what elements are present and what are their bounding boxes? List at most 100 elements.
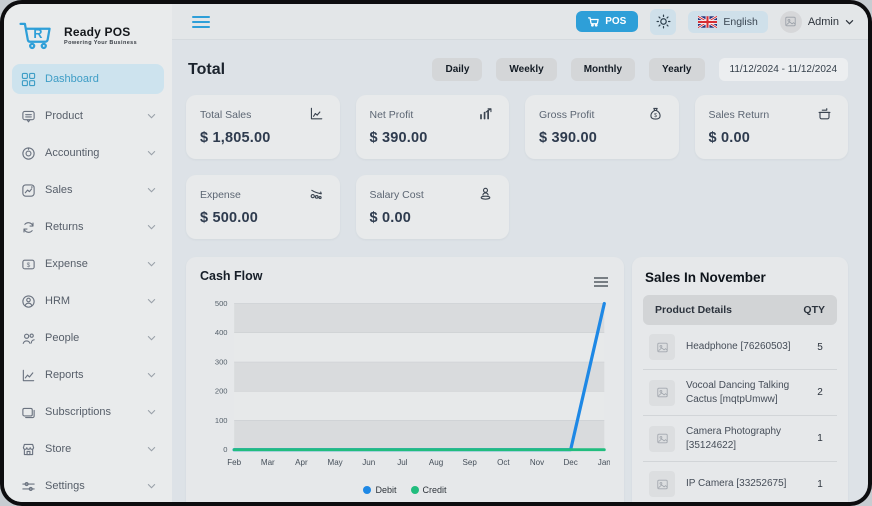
salary-person-icon: [478, 186, 495, 203]
svg-text:500: 500: [215, 299, 228, 308]
stat-value: $ 1,805.00: [200, 130, 326, 146]
cart-icon: [588, 16, 600, 27]
product-qty: 1: [807, 433, 833, 444]
pos-button[interactable]: POS: [576, 11, 638, 32]
brand-tagline: Powering Your Business: [64, 40, 137, 46]
product-image-placeholder: [649, 334, 675, 360]
stat-card-sales-return: Sales Return $ 0.00: [695, 95, 849, 159]
sidebar-item-expense[interactable]: $ Expense: [12, 249, 164, 279]
chevron-down-icon: [147, 224, 156, 230]
growth-bars-icon: [478, 106, 495, 123]
brand-name: Ready POS: [64, 25, 137, 39]
date-filters: Daily Weekly Monthly Yearly 11/12/2024 - 11/…: [432, 58, 848, 81]
filter-daily-button[interactable]: Daily: [432, 58, 482, 81]
sales-chart-icon: [309, 106, 326, 123]
settings-icon: [20, 478, 36, 494]
hamburger-menu-icon[interactable]: [188, 9, 214, 35]
language-selector[interactable]: English: [688, 11, 767, 33]
money-bag-icon: $: [648, 106, 665, 123]
svg-text:Feb: Feb: [227, 458, 241, 467]
content: Total Daily Weekly Monthly Yearly 11/12/2024…: [172, 40, 868, 502]
filter-monthly-button[interactable]: Monthly: [571, 58, 635, 81]
product-list: Headphone [76260503] 5 Vocoal Dancing Ta…: [643, 325, 837, 502]
chevron-down-icon: [147, 483, 156, 489]
page-title: Total: [188, 61, 225, 79]
stats-grid: Total Sales $ 1,805.00 Net Profit $ 390.…: [186, 95, 848, 239]
svg-text:May: May: [328, 458, 343, 467]
product-name: IP Camera [33252675]: [675, 477, 807, 491]
stat-card-net-profit: Net Profit $ 390.00: [356, 95, 510, 159]
filter-yearly-button[interactable]: Yearly: [649, 58, 704, 81]
avatar: [780, 11, 802, 33]
sidebar-item-dashboard[interactable]: Dashboard: [12, 64, 164, 94]
sidebar-item-subscriptions[interactable]: Subscriptions: [12, 397, 164, 427]
product-name: Headphone [76260503]: [675, 340, 807, 354]
svg-text:400: 400: [215, 328, 228, 337]
stat-value: $ 0.00: [370, 210, 496, 226]
sales-icon: [20, 182, 36, 198]
store-icon: [20, 441, 36, 457]
sidebar-item-store[interactable]: Store: [12, 434, 164, 464]
theme-toggle-button[interactable]: [650, 9, 676, 35]
svg-text:Dec: Dec: [564, 458, 578, 467]
stat-card-salary-cost: Salary Cost $ 0.00: [356, 175, 510, 239]
svg-text:200: 200: [215, 387, 228, 396]
stat-value: $ 390.00: [539, 130, 665, 146]
list-item: Vocoal Dancing Talking Cactus [mqtpUmww]…: [643, 370, 837, 416]
legend-credit[interactable]: Credit: [411, 485, 447, 495]
date-range-picker[interactable]: 11/12/2024 - 11/12/2024: [719, 58, 849, 81]
sidebar-item-returns[interactable]: Returns: [12, 212, 164, 242]
reports-icon: [20, 367, 36, 383]
svg-text:Apr: Apr: [295, 458, 308, 467]
svg-text:Jul: Jul: [397, 458, 407, 467]
sidebar-item-people[interactable]: People: [12, 323, 164, 353]
cashflow-panel: Cash Flow 0100200300400500FebMarAprMayJu…: [186, 257, 624, 502]
uk-flag-icon: [698, 16, 717, 28]
svg-text:Sep: Sep: [463, 458, 478, 467]
product-image-placeholder: [649, 471, 675, 497]
legend-debit[interactable]: Debit: [363, 485, 396, 495]
svg-text:Nov: Nov: [530, 458, 544, 467]
sales-panel-title: Sales In November: [645, 270, 837, 285]
stat-card-total-sales: Total Sales $ 1,805.00: [186, 95, 340, 159]
product-image-placeholder: [649, 380, 675, 406]
people-icon: [20, 330, 36, 346]
stat-label: Expense: [200, 189, 241, 201]
chevron-down-icon: [147, 372, 156, 378]
product-name: Camera Photography [35124622]: [675, 425, 807, 452]
sidebar-item-product[interactable]: Product: [12, 101, 164, 131]
sidebar-item-reports[interactable]: Reports: [12, 360, 164, 390]
stat-label: Sales Return: [709, 109, 770, 121]
subscriptions-icon: [20, 404, 36, 420]
chart-menu-icon[interactable]: [592, 275, 610, 289]
legend-dot: [363, 486, 371, 494]
product-icon: [20, 108, 36, 124]
stat-card-gross-profit: Gross Profit $ $ 390.00: [525, 95, 679, 159]
product-image-placeholder: [649, 426, 675, 452]
sidebar-item-sales[interactable]: Sales: [12, 175, 164, 205]
admin-menu[interactable]: Admin: [780, 11, 854, 33]
topbar: POS: [172, 4, 868, 40]
filter-weekly-button[interactable]: Weekly: [496, 58, 556, 81]
list-item: Camera Photography [35124622] 1: [643, 416, 837, 462]
cashflow-chart: 0100200300400500FebMarAprMayJunJulAugSep…: [200, 293, 610, 483]
svg-text:Jun: Jun: [362, 458, 375, 467]
app-window: R Ready POS Powering Your Business Dashb…: [0, 0, 872, 506]
chevron-down-icon: [147, 298, 156, 304]
svg-text:Jan: Jan: [598, 458, 610, 467]
chevron-down-icon: [147, 335, 156, 341]
sidebar-item-accounting[interactable]: Accounting: [12, 138, 164, 168]
chevron-down-icon: [147, 446, 156, 452]
return-basket-icon: [817, 106, 834, 123]
sidebar-item-settings[interactable]: Settings: [12, 471, 164, 501]
chevron-down-icon: [845, 19, 854, 25]
svg-text:100: 100: [215, 416, 228, 425]
sidebar-item-hrm[interactable]: HRM: [12, 286, 164, 316]
legend-dot: [411, 486, 419, 494]
brand-logo: R Ready POS Powering Your Business: [4, 14, 172, 60]
sales-in-november-panel: Sales In November Product Details QTY He…: [632, 257, 848, 502]
stat-label: Total Sales: [200, 109, 251, 121]
svg-text:Oct: Oct: [497, 458, 510, 467]
product-qty: 1: [807, 479, 833, 490]
chevron-down-icon: [147, 409, 156, 415]
